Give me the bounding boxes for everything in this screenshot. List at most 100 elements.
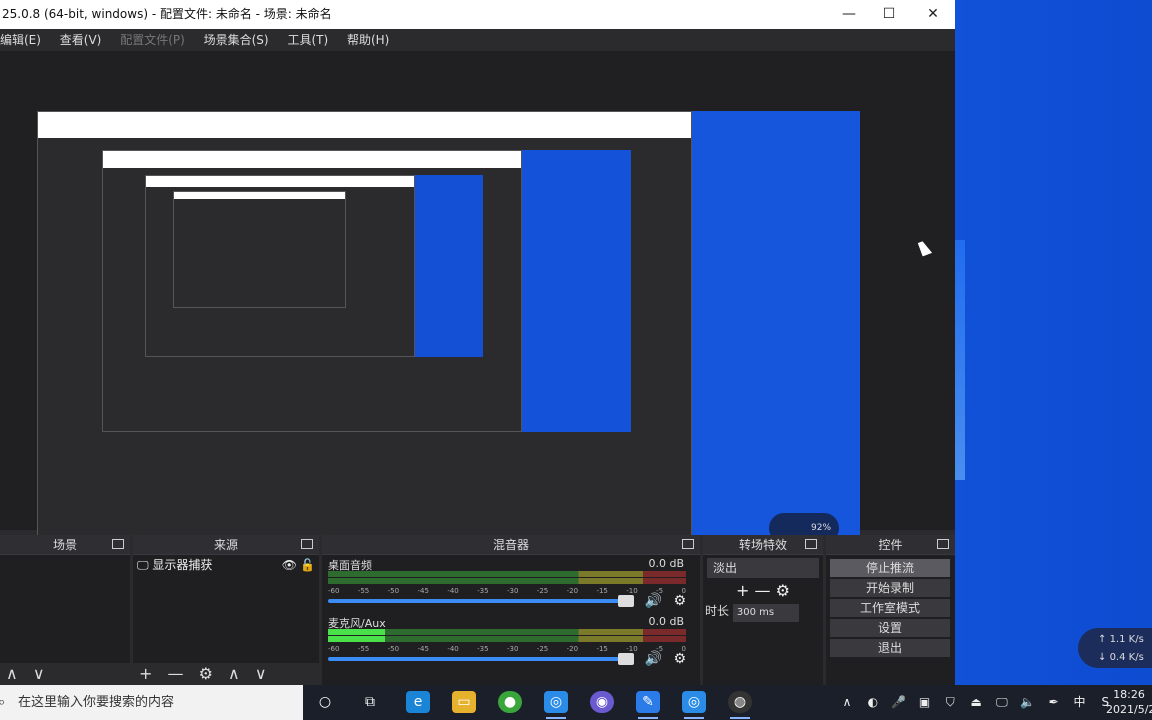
source-properties-button[interactable]: ⚙ (199, 664, 213, 683)
menu-help[interactable]: 帮助(H) (347, 29, 389, 51)
controls-title: 控件 (878, 538, 903, 552)
menu-tools[interactable]: 工具(T) (287, 29, 328, 51)
ime-indicator[interactable]: 中 (1068, 685, 1090, 720)
pen-app-icon[interactable]: ✎ (636, 691, 660, 719)
undock-icon[interactable] (301, 539, 313, 549)
meter-tick: -25 (536, 645, 549, 653)
nested-preview-1 (37, 111, 692, 548)
studio-mode-button[interactable]: 工作室模式 (830, 599, 950, 617)
add-transition-button[interactable]: + (736, 581, 749, 600)
gear-icon[interactable]: ⚙ (673, 651, 686, 667)
scenes-title: 场景 (52, 538, 77, 552)
maximize-button[interactable]: ☐ (867, 0, 911, 29)
volume-icon[interactable]: 🔈 (1017, 685, 1039, 720)
file-explorer-icon[interactable]: ▭ (452, 691, 476, 713)
undock-icon[interactable] (805, 539, 817, 549)
edge-icon[interactable]: e (406, 691, 430, 713)
chevron-up-icon[interactable]: ∧ (836, 685, 858, 720)
stop-streaming-button[interactable]: 停止推流 (830, 559, 950, 577)
app-blue-2-icon[interactable]: ◎ (682, 691, 706, 719)
preview-canvas[interactable]: ▯ 在这里输入你要搜索的内容 92% (37, 111, 860, 574)
move-down-button[interactable]: ∨ (33, 664, 45, 683)
clock-date: 2021/5/2 (1106, 703, 1152, 716)
speaker-icon[interactable]: 🔊 (645, 651, 662, 667)
nested-preview-4 (173, 191, 346, 308)
duration-label: 时长 (705, 604, 730, 618)
search-icon: ⌕ (0, 695, 6, 710)
source-item[interactable]: 🖵 显示器捕获 👁 🔓 (133, 555, 319, 575)
desktop-light-ribbon (955, 240, 965, 480)
preview-area[interactable]: ▯ 在这里输入你要搜索的内容 92% (0, 51, 955, 574)
volume-slider[interactable] (328, 653, 634, 665)
gear-icon[interactable]: ⚙ (673, 593, 686, 609)
pen-icon[interactable]: ✒ (1043, 685, 1065, 720)
transitions-dock: 转场特效 淡出 + — ⚙ 时长 300 ms (703, 535, 823, 685)
transition-properties-button[interactable]: ⚙ (776, 581, 790, 600)
transitions-title: 转场特效 (738, 538, 787, 552)
meter-tick: -40 (447, 587, 459, 595)
close-button[interactable]: ✕ (911, 0, 955, 29)
meter-tick: -20 (566, 587, 579, 595)
window-title: 25.0.8 (64-bit, windows) - 配置文件: 未命名 - 场… (2, 7, 332, 21)
meter-tick: -30 (506, 645, 519, 653)
obs-icon[interactable]: ◍ (728, 691, 752, 719)
move-up-button[interactable]: ∧ (6, 664, 18, 683)
monitor-icon: 🖵 (137, 558, 149, 572)
remove-transition-button[interactable]: — (755, 581, 771, 600)
microphone-icon[interactable]: 🎤 (888, 685, 910, 720)
undock-icon[interactable] (937, 539, 949, 549)
meter-tick: -15 (596, 587, 608, 595)
meter-tick: -35 (477, 645, 489, 653)
taskbar-search[interactable]: ⌕ 在这里输入你要搜索的内容 (0, 685, 303, 720)
scenes-footer: ∧ ∨ (0, 663, 130, 685)
track-db: 0.0 dB (648, 615, 684, 628)
lock-icon[interactable]: 🔓 (300, 555, 315, 575)
source-up-button[interactable]: ∧ (228, 664, 240, 683)
transition-select[interactable]: 淡出 (707, 558, 819, 578)
meter-tick: -60 (328, 587, 340, 595)
nested-preview-3 (145, 175, 415, 357)
remove-source-button[interactable]: — (168, 664, 184, 683)
dock-area: 场景 ∧ ∨ 来源 🖵 显示器捕获 👁 🔓 + — ⚙ ∧ ∨ 混音器 桌面音频… (0, 535, 955, 685)
meter-tick: -35 (477, 587, 489, 595)
menu-view[interactable]: 查看(V) (60, 29, 102, 51)
app-green-icon[interactable]: ● (498, 691, 522, 713)
clock[interactable]: 18:26 2021/5/2 (1106, 687, 1152, 717)
display-icon[interactable]: ▣ (913, 685, 935, 720)
sources-footer: + — ⚙ ∧ ∨ (133, 663, 319, 685)
source-down-button[interactable]: ∨ (255, 664, 267, 683)
undock-icon[interactable] (112, 539, 124, 549)
network-icon[interactable]: 🖵 (991, 685, 1013, 720)
undock-icon[interactable] (682, 539, 694, 549)
tray-app-icon[interactable]: ◐ (862, 685, 884, 720)
settings-button[interactable]: 设置 (830, 619, 950, 637)
menu-profile[interactable]: 配置文件(P) (120, 29, 185, 51)
menu-scene-collection[interactable]: 场景集合(S) (204, 29, 269, 51)
volume-meter (328, 578, 686, 584)
task-view-icon[interactable]: ⧉ (358, 691, 382, 713)
eye-icon[interactable]: 👁 (282, 555, 297, 575)
sources-title: 来源 (213, 538, 238, 552)
add-source-button[interactable]: + (139, 664, 152, 683)
app-purple-icon[interactable]: ◉ (590, 691, 614, 713)
cortana-icon[interactable]: ○ (313, 691, 337, 713)
security-icon[interactable]: ⛉ (939, 685, 961, 720)
duration-input[interactable]: 300 ms (732, 604, 799, 622)
audio-track-mic: 麦克风/Aux 0.0 dB -60 -55 -50 -45 -40 -35 -30 -25-… (322, 613, 700, 671)
title-bar: 25.0.8 (64-bit, windows) - 配置文件: 未命名 - 场… (0, 0, 955, 29)
source-label: 显示器捕获 (152, 558, 213, 572)
app-blue-icon[interactable]: ◎ (544, 691, 568, 719)
sources-dock: 来源 🖵 显示器捕获 👁 🔓 + — ⚙ ∧ ∨ (133, 535, 319, 685)
volume-meter (328, 636, 686, 642)
usb-icon[interactable]: ⏏ (965, 685, 987, 720)
start-recording-button[interactable]: 开始录制 (830, 579, 950, 597)
menu-edit[interactable]: 编辑(E) (0, 29, 41, 51)
nested-preview-2 (102, 150, 522, 432)
meter-tick: -15 (596, 645, 608, 653)
speaker-icon[interactable]: 🔊 (645, 593, 662, 609)
minimize-button[interactable]: — (827, 0, 871, 29)
mixer-title: 混音器 (492, 538, 529, 552)
meter-tick: -55 (357, 645, 370, 653)
volume-slider[interactable] (328, 595, 634, 607)
exit-button[interactable]: 退出 (830, 639, 950, 657)
